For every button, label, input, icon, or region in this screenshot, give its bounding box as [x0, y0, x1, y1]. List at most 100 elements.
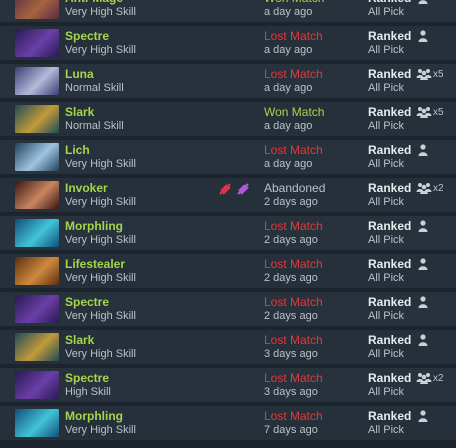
hero-name[interactable]: Spectre — [65, 371, 109, 385]
item-icons — [218, 144, 252, 158]
match-row[interactable]: Luna Normal Skill Lost Match a day ago R… — [0, 64, 456, 98]
match-time: 2 days ago — [264, 272, 318, 284]
match-result: Lost Match — [264, 29, 323, 43]
item-icons — [218, 296, 252, 310]
item-icons — [218, 30, 252, 44]
item-icons — [218, 182, 252, 196]
match-result: Lost Match — [264, 409, 323, 423]
hero-portrait-spectre[interactable] — [15, 295, 59, 323]
match-result: Lost Match — [264, 371, 323, 385]
game-mode: All Pick — [368, 310, 405, 322]
lobby-type: Ranked — [368, 105, 412, 119]
match-time: a day ago — [264, 82, 313, 94]
solo-player-icon — [418, 334, 428, 346]
match-result: Won Match — [264, 0, 324, 5]
hero-name[interactable]: Slark — [65, 333, 94, 347]
hero-name[interactable]: Spectre — [65, 29, 109, 43]
match-row[interactable]: Invoker Very High Skill Abandoned 2 days… — [0, 178, 456, 212]
hero-name[interactable]: Spectre — [65, 295, 109, 309]
game-mode: All Pick — [368, 6, 405, 18]
game-mode: All Pick — [368, 386, 405, 398]
skill-bracket: Very High Skill — [65, 158, 136, 170]
skill-bracket: Very High Skill — [65, 6, 136, 18]
match-time: 7 days ago — [264, 424, 318, 436]
match-history-list: Anti-Mage Very High Skill Won Match a da… — [0, 0, 456, 444]
match-time: 3 days ago — [264, 386, 318, 398]
item-icons — [218, 410, 252, 424]
hero-portrait-slark[interactable] — [15, 105, 59, 133]
skill-bracket: Normal Skill — [65, 120, 124, 132]
match-row[interactable]: Morphling Very High Skill Lost Match 2 d… — [0, 216, 456, 250]
party-group-icon — [416, 373, 432, 384]
lobby-type: Ranked — [368, 181, 412, 195]
skill-bracket: Very High Skill — [65, 44, 136, 56]
match-result: Lost Match — [264, 143, 323, 157]
hero-name[interactable]: Luna — [65, 67, 94, 81]
hero-name[interactable]: Morphling — [65, 409, 123, 423]
item-icons — [218, 372, 252, 386]
hero-portrait-morphling[interactable] — [15, 409, 59, 437]
game-mode: All Pick — [368, 82, 405, 94]
hero-name[interactable]: Lich — [65, 143, 90, 157]
match-row[interactable]: Spectre Very High Skill Lost Match 2 day… — [0, 292, 456, 326]
hero-portrait-morphling[interactable] — [15, 219, 59, 247]
hero-name[interactable]: Slark — [65, 105, 94, 119]
lobby-type: Ranked — [368, 143, 412, 157]
match-row[interactable]: Lifestealer Very High Skill Lost Match 2… — [0, 254, 456, 288]
party-group-icon — [416, 183, 432, 194]
match-row[interactable]: Slark Normal Skill Won Match a day ago R… — [0, 102, 456, 136]
solo-player-icon — [418, 258, 428, 270]
game-mode: All Pick — [368, 272, 405, 284]
hero-portrait-slark[interactable] — [15, 333, 59, 361]
skill-bracket: Normal Skill — [65, 82, 124, 94]
party-group-icon — [416, 69, 432, 80]
solo-player-icon — [418, 30, 428, 42]
hero-portrait-lich[interactable] — [15, 143, 59, 171]
match-row[interactable]: Spectre High Skill Lost Match 3 days ago… — [0, 368, 456, 402]
match-row[interactable]: Morphling Very High Skill Lost Match 7 d… — [0, 406, 456, 440]
match-row[interactable]: Lich Very High Skill Lost Match a day ag… — [0, 140, 456, 174]
match-row[interactable]: Anti-Mage Very High Skill Won Match a da… — [0, 0, 456, 22]
lobby-type: Ranked — [368, 333, 412, 347]
hero-name[interactable]: Anti-Mage — [65, 0, 123, 5]
match-time: a day ago — [264, 44, 313, 56]
party-size: x2 — [433, 373, 444, 384]
game-mode: All Pick — [368, 158, 405, 170]
match-result: Lost Match — [264, 333, 323, 347]
match-result: Won Match — [264, 105, 325, 119]
match-row[interactable]: Slark Very High Skill Lost Match 3 days … — [0, 330, 456, 364]
item-icons — [218, 334, 252, 348]
skill-bracket: High Skill — [65, 386, 111, 398]
match-result: Lost Match — [264, 67, 323, 81]
match-time: a day ago — [264, 6, 313, 18]
lobby-type: Ranked — [368, 295, 412, 309]
purple-blade-icon — [237, 183, 249, 195]
match-time: 3 days ago — [264, 348, 318, 360]
hero-portrait-spectre[interactable] — [15, 371, 59, 399]
red-blade-icon — [219, 183, 231, 195]
hero-portrait-luna[interactable] — [15, 67, 59, 95]
item-icons — [218, 258, 252, 272]
hero-name[interactable]: Lifestealer — [65, 257, 125, 271]
lobby-type: Ranked — [368, 409, 412, 423]
hero-name[interactable]: Morphling — [65, 219, 123, 233]
match-row[interactable]: Spectre Very High Skill Lost Match a day… — [0, 26, 456, 60]
match-time: a day ago — [264, 158, 313, 170]
match-result: Lost Match — [264, 257, 323, 271]
lobby-type: Ranked — [368, 257, 412, 271]
match-result: Lost Match — [264, 219, 323, 233]
hero-portrait-lifestealer[interactable] — [15, 257, 59, 285]
game-mode: All Pick — [368, 348, 405, 360]
hero-portrait-invoker[interactable] — [15, 181, 59, 209]
hero-name[interactable]: Invoker — [65, 181, 108, 195]
item-icons — [218, 68, 252, 82]
party-size: x5 — [433, 69, 444, 80]
game-mode: All Pick — [368, 120, 405, 132]
solo-player-icon — [418, 296, 428, 308]
hero-portrait-spectre[interactable] — [15, 29, 59, 57]
lobby-type: Ranked — [368, 0, 411, 5]
solo-player-icon — [418, 220, 428, 232]
hero-portrait-anti-mage[interactable] — [15, 0, 59, 19]
skill-bracket: Very High Skill — [65, 234, 136, 246]
lobby-type: Ranked — [368, 219, 412, 233]
